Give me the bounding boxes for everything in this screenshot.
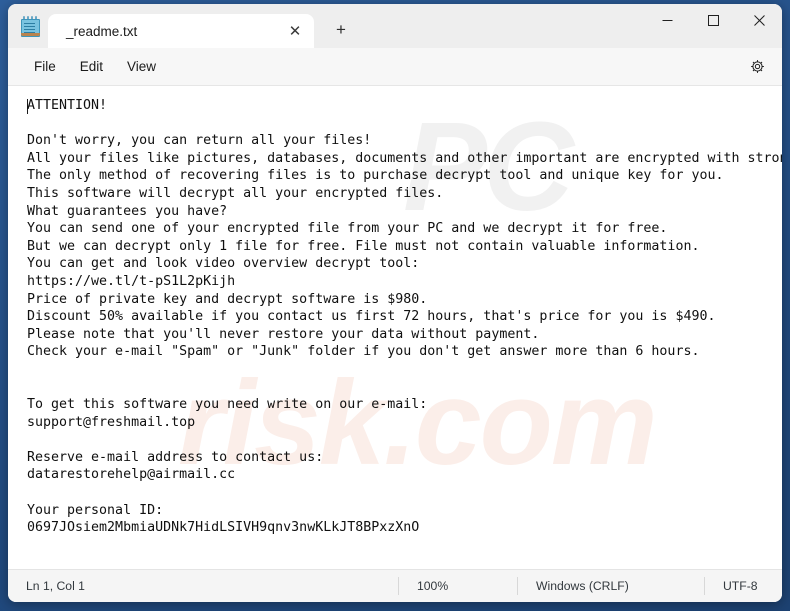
gear-icon[interactable]: [744, 54, 770, 80]
menu-file[interactable]: File: [22, 54, 68, 79]
menu-view[interactable]: View: [115, 54, 168, 79]
tab-readme-txt[interactable]: _readme.txt ✕: [48, 14, 314, 48]
status-zoom-level[interactable]: 100%: [398, 577, 517, 595]
desktop-background: _readme.txt ✕ + File Edit View PC risk.c…: [0, 0, 790, 611]
window-controls: [644, 4, 782, 48]
status-encoding[interactable]: UTF-8: [704, 577, 758, 595]
new-tab-icon[interactable]: +: [326, 15, 356, 45]
close-window-icon[interactable]: [736, 4, 782, 36]
notepad-icon-base: [21, 33, 40, 36]
menu-edit[interactable]: Edit: [68, 54, 115, 79]
status-line-ending[interactable]: Windows (CRLF): [517, 577, 704, 595]
tab-title: _readme.txt: [66, 23, 138, 39]
maximize-icon[interactable]: [690, 4, 736, 36]
menu-bar: File Edit View: [8, 48, 782, 86]
document-text[interactable]: ATTENTION! Don't worry, you can return a…: [8, 86, 782, 569]
text-editor-area[interactable]: PC risk.com ATTENTION! Don't worry, you …: [8, 86, 782, 569]
minimize-icon[interactable]: [644, 4, 690, 36]
notepad-icon: [19, 16, 41, 38]
status-line-column[interactable]: Ln 1, Col 1: [8, 577, 398, 595]
status-bar: Ln 1, Col 1 100% Windows (CRLF) UTF-8: [8, 569, 782, 602]
notepad-icon-lines: [24, 23, 35, 33]
notepad-window: _readme.txt ✕ + File Edit View PC risk.c…: [8, 4, 782, 602]
title-bar[interactable]: _readme.txt ✕ +: [8, 4, 782, 48]
close-tab-icon[interactable]: ✕: [282, 19, 308, 43]
